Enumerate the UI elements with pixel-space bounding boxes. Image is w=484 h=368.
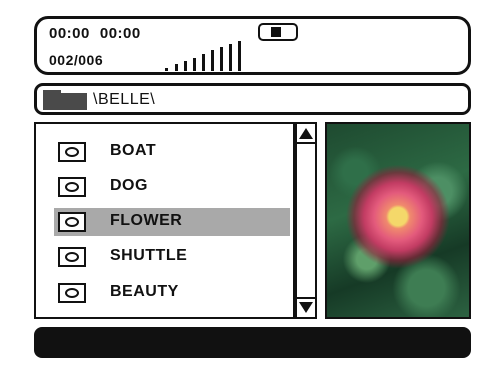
scroll-down-button[interactable] bbox=[297, 297, 315, 317]
list-item[interactable]: DOG bbox=[54, 173, 290, 201]
list-item[interactable]: SHUTTLE bbox=[54, 243, 290, 271]
item-label: DOG bbox=[110, 177, 148, 194]
volume-bar bbox=[220, 47, 223, 71]
volume-bar bbox=[175, 64, 178, 71]
volume-bar bbox=[238, 41, 241, 71]
volume-bar bbox=[193, 58, 196, 71]
path-bar: \BELLE\ bbox=[34, 83, 471, 115]
item-label: BEAUTY bbox=[110, 283, 179, 300]
list-item-selected[interactable]: FLOWER bbox=[54, 208, 290, 236]
volume-meter-icon bbox=[165, 41, 245, 71]
track-counter: 002/006 bbox=[49, 52, 104, 68]
elapsed-time: 00:00 bbox=[49, 25, 90, 42]
item-label: SHUTTLE bbox=[110, 247, 188, 264]
volume-bar bbox=[229, 44, 232, 71]
scroll-track[interactable] bbox=[297, 146, 315, 295]
scroll-up-button[interactable] bbox=[297, 124, 315, 144]
file-list[interactable]: BOAT DOG FLOWER SHUTTLE BEAUTY bbox=[34, 122, 295, 319]
image-file-icon bbox=[58, 177, 86, 197]
total-time: 00:00 bbox=[99, 25, 141, 42]
image-file-icon bbox=[58, 247, 86, 267]
message-bar bbox=[34, 327, 471, 358]
battery-icon bbox=[258, 23, 298, 41]
list-item[interactable]: BOAT bbox=[54, 138, 290, 166]
image-file-icon bbox=[58, 283, 86, 303]
scroll-up-arrow-icon bbox=[299, 128, 313, 139]
volume-bar bbox=[184, 61, 187, 71]
folder-icon bbox=[43, 90, 87, 110]
time-display: 00:00 00:00 bbox=[49, 25, 141, 42]
list-item[interactable]: BEAUTY bbox=[54, 279, 290, 307]
item-label: BOAT bbox=[110, 142, 157, 159]
photo-preview bbox=[325, 122, 471, 319]
battery-level bbox=[271, 27, 281, 37]
volume-bar bbox=[165, 68, 168, 71]
volume-bar bbox=[202, 54, 205, 71]
volume-bar bbox=[211, 50, 214, 71]
status-panel: 00:00 00:00 002/006 bbox=[34, 16, 471, 75]
current-path: \BELLE\ bbox=[93, 91, 156, 108]
image-file-icon bbox=[58, 142, 86, 162]
media-player-screen: 00:00 00:00 002/006 \BELLE\ BOAT DOG FLO… bbox=[0, 0, 484, 368]
scrollbar[interactable] bbox=[295, 122, 317, 319]
scroll-down-arrow-icon bbox=[299, 302, 313, 313]
image-file-icon bbox=[58, 212, 86, 232]
item-label: FLOWER bbox=[110, 212, 183, 229]
